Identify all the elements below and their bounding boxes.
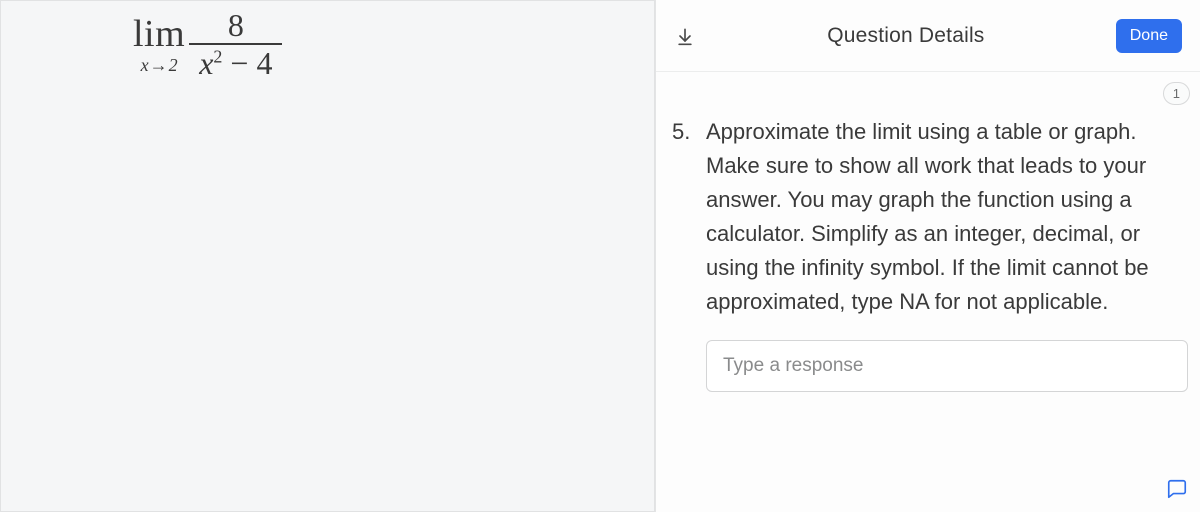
content-pane: lim x→2 8 x2 − 4 <box>0 0 655 512</box>
question-details-panel: Question Details Done 1 5. Approximate t… <box>655 0 1200 512</box>
question-body: 5. Approximate the limit using a table o… <box>656 109 1200 320</box>
done-button[interactable]: Done <box>1116 19 1182 53</box>
chat-icon[interactable] <box>1166 478 1188 500</box>
numerator: 8 <box>218 7 254 43</box>
denominator: x2 − 4 <box>189 45 282 81</box>
collapse-icon[interactable] <box>674 25 696 47</box>
question-number: 5. <box>672 115 706 320</box>
panel-header: Question Details Done <box>656 0 1200 72</box>
response-input[interactable] <box>706 340 1188 392</box>
panel-title: Question Details <box>696 24 1116 48</box>
points-row: 1 <box>656 72 1200 109</box>
fraction: 8 x2 − 4 <box>189 7 282 81</box>
points-badge: 1 <box>1163 82 1190 105</box>
limit-expression: lim x→2 8 x2 − 4 <box>133 7 282 81</box>
lim-keyword: lim <box>133 15 185 53</box>
lim-subscript: x→2 <box>141 56 178 74</box>
response-wrap <box>706 340 1188 392</box>
question-text: Approximate the limit using a table or g… <box>706 115 1190 320</box>
